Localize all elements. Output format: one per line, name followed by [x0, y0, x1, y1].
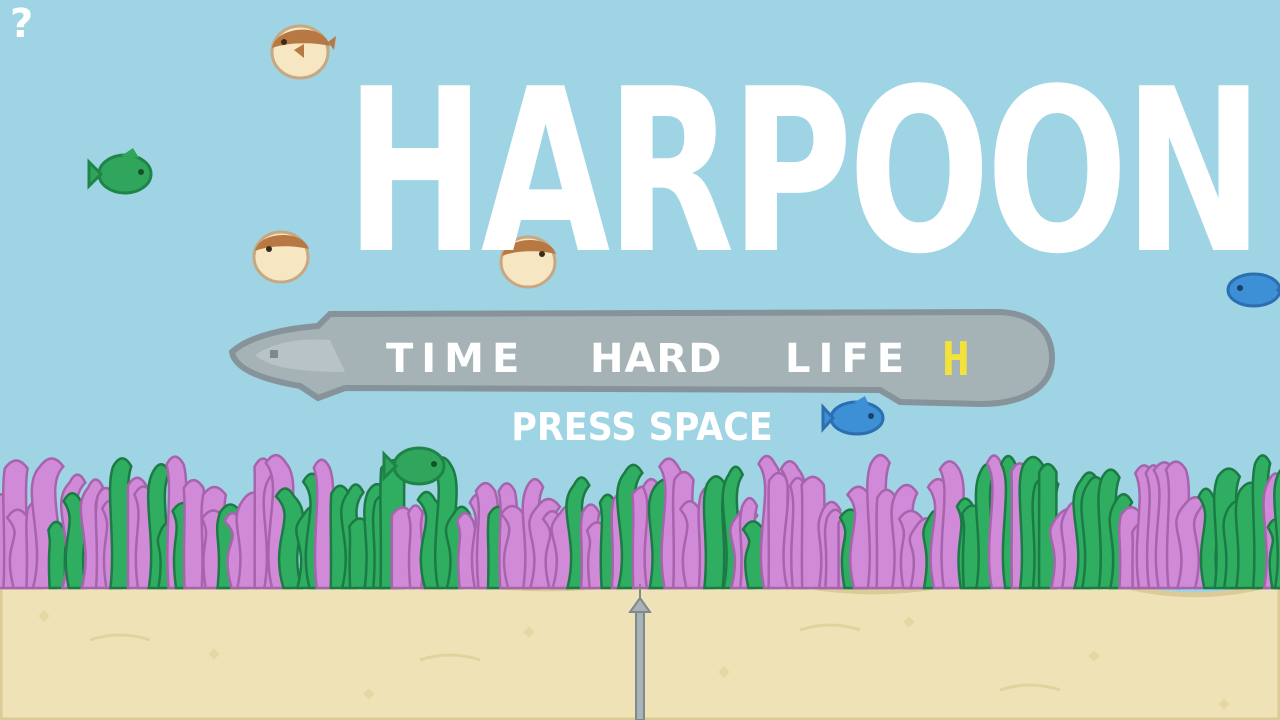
difficulty-option[interactable]: HARD: [590, 336, 722, 382]
green-fish-icon: [87, 148, 153, 195]
seaweed-bed: [0, 453, 1280, 590]
life-mode-option[interactable]: LIFE: [785, 336, 912, 382]
time-mode-option[interactable]: TIME: [386, 336, 527, 382]
game-title: HARPOON !: [345, 41, 1280, 304]
help-button[interactable]: ?: [10, 4, 33, 44]
pufferfish-icon: [252, 230, 310, 284]
press-space-prompt[interactable]: PRESS SPACE: [511, 403, 773, 451]
blue-fish-icon: [821, 396, 885, 436]
eel-eye-icon: [270, 350, 278, 358]
pufferfish-icon: [270, 24, 336, 80]
game-stage[interactable]: ? HARPOON ! TIME HARD LIFE H PRESS SPACE: [0, 0, 1280, 720]
selected-indicator: H: [942, 332, 970, 386]
